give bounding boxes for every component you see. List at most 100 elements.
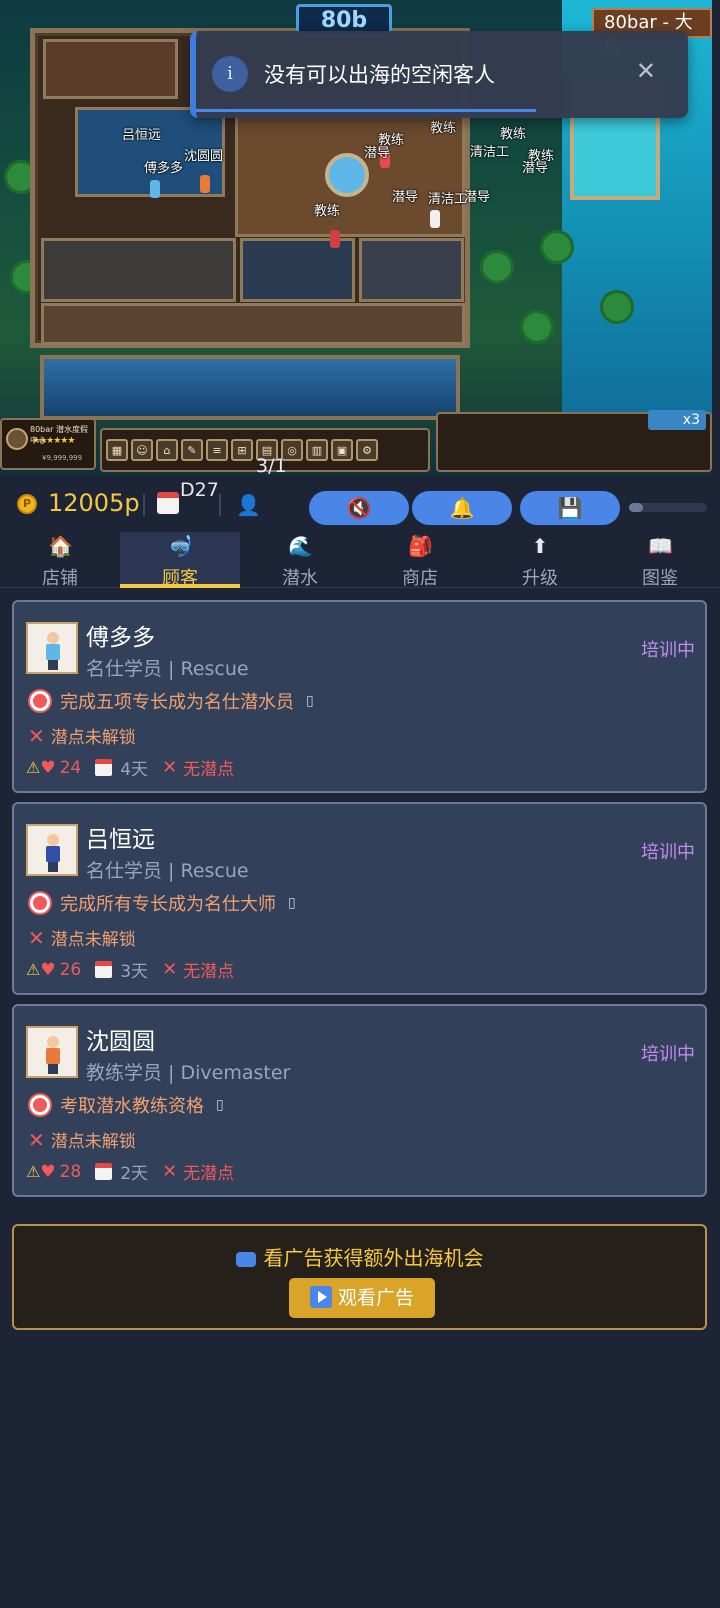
avatar-head: [47, 1036, 59, 1048]
tab-customers[interactable]: 🤿 顾客: [120, 532, 240, 589]
map-label: 教练: [314, 204, 341, 219]
map-label: 清洁工: [470, 145, 510, 160]
ad-title-text: 看广告获得额外出海机会: [263, 1246, 484, 1270]
calendar-icon: [95, 961, 113, 978]
palm-tree: [480, 250, 514, 284]
cross-icon: ✕: [162, 1161, 178, 1182]
chevron-icon: ▯: [216, 1097, 224, 1113]
save-button[interactable]: 💾: [520, 491, 620, 525]
bell-icon: 🔔: [449, 496, 475, 520]
avatar-legs: [48, 1064, 58, 1074]
build-icon[interactable]: ▦: [106, 439, 128, 461]
resort-info-panel[interactable]: 80bar 潜水度假中心 ★★★★★★ ¥9,999,999: [0, 418, 96, 470]
report-icon[interactable]: ▣: [331, 439, 353, 461]
settings-gear-icon[interactable]: ⚙: [356, 439, 378, 461]
bag-icon: 🎒: [408, 534, 433, 558]
npc-sprite[interactable]: [330, 230, 340, 248]
list-icon[interactable]: ≡: [206, 439, 228, 461]
goal-row[interactable]: 考取潜水教练资格 ▯: [30, 1092, 224, 1118]
aquarium-room[interactable]: [40, 355, 460, 420]
hearts-value: 26: [59, 959, 82, 980]
notification-button[interactable]: 🔔: [412, 491, 512, 525]
game-scene[interactable]: 吕恒远 傅多多 沈圆圆 教练 教练 教练 教练 清洁工 清洁工 潜导 潜导 潜导…: [0, 0, 712, 476]
customer-card[interactable]: 吕恒远 名仕学员 | Rescue 培训中 完成所有专长成为名仕大师 ▯ ✕ 潜…: [12, 802, 707, 995]
customer-card[interactable]: 傅多多 名仕学员 | Rescue 培训中 完成五项专长成为名仕潜水员 ▯ ✕ …: [12, 600, 707, 793]
toast-message: 没有可以出海的空闲客人: [264, 63, 495, 87]
avatar-head: [47, 632, 59, 644]
mute-button[interactable]: 🔇: [309, 491, 409, 525]
npc-sprite[interactable]: [150, 180, 160, 198]
mute-icon: 🔇: [346, 496, 372, 520]
tab-shop[interactable]: 🏠 店铺: [0, 532, 120, 589]
customer-name: 吕恒远: [86, 827, 155, 853]
tab-label: 图鉴: [642, 568, 678, 589]
meta-row: ⚠ ♥ 28 2天 ✕ 无潜点: [26, 1159, 234, 1184]
goal-text: 完成五项专长成为名仕潜水员: [60, 692, 294, 713]
days-value: 2天: [120, 1164, 149, 1184]
goal-row[interactable]: 完成所有专长成为名仕大师 ▯: [30, 890, 296, 916]
book-icon: 📖: [648, 534, 673, 558]
days-value: 3天: [120, 962, 149, 982]
avatar: [26, 622, 78, 674]
tv-icon: [235, 1252, 256, 1267]
room[interactable]: [41, 303, 465, 345]
staff-icon[interactable]: ☺: [131, 439, 153, 461]
toast-progress: [196, 109, 536, 112]
play-icon: [309, 1285, 332, 1308]
status-badge: 培训中: [641, 1044, 695, 1065]
lock-text: 潜点未解锁: [50, 1132, 136, 1152]
room[interactable]: [41, 238, 236, 302]
map-label: 教练: [430, 121, 457, 136]
meta-row: ⚠ ♥ 24 4天 ✕ 无潜点: [26, 755, 234, 780]
target-icon: [30, 893, 50, 913]
lock-row: ✕ 潜点未解锁: [28, 925, 136, 951]
room[interactable]: [359, 238, 464, 302]
avatar-body: [46, 1048, 60, 1064]
calendar-icon: [95, 759, 113, 776]
person-icon: 👤: [236, 493, 261, 517]
hearts-value: 24: [59, 757, 82, 778]
map-label: 沈圆圆: [184, 149, 224, 164]
bank-icon[interactable]: ▥: [306, 439, 328, 461]
tab-store[interactable]: 🎒 商店: [360, 532, 480, 589]
heart-icon: ♥: [40, 757, 56, 778]
hearts-value: 28: [59, 1161, 82, 1182]
status-bar: P 12005p D27 👤 3/1 🔇 🔔 💾: [0, 455, 720, 532]
save-icon: 💾: [557, 496, 583, 520]
ad-panel: 看广告获得额外出海机会 观看广告: [12, 1224, 707, 1330]
map-label: 吕恒远: [122, 128, 162, 143]
warning-icon: ⚠: [26, 1162, 41, 1181]
room[interactable]: [43, 39, 178, 99]
npc-sprite[interactable]: [430, 210, 440, 228]
speed-button[interactable]: x3: [648, 410, 706, 430]
watch-ad-button[interactable]: 观看广告: [289, 1278, 435, 1318]
compass-logo-icon: [6, 428, 28, 450]
chevron-icon: ▯: [288, 895, 296, 911]
heart-icon: ♥: [40, 959, 56, 980]
status-badge: 培训中: [641, 640, 695, 661]
tab-label: 商店: [402, 568, 438, 589]
map-label: 清洁工: [428, 192, 468, 207]
tab-collection[interactable]: 📖 图鉴: [600, 532, 720, 589]
guest-counter: 3/1: [256, 452, 287, 480]
tab-upgrade[interactable]: ⬆ 升级: [480, 532, 600, 589]
lock-text: 潜点未解锁: [50, 930, 136, 950]
lock-row: ✕ 潜点未解锁: [28, 1127, 136, 1153]
cross-icon: ✕: [162, 757, 178, 778]
fountain: [325, 153, 369, 197]
coin-icon: P: [17, 494, 37, 514]
goal-row[interactable]: 完成五项专长成为名仕潜水员 ▯: [30, 688, 314, 714]
tool-icon[interactable]: ✎: [181, 439, 203, 461]
cart-icon[interactable]: ⊞: [231, 439, 253, 461]
house-icon: 🏠: [48, 534, 73, 558]
cross-icon: ✕: [28, 1127, 45, 1152]
avatar-legs: [48, 660, 58, 670]
tab-diving[interactable]: 🌊 潜水: [240, 532, 360, 589]
days-value: 4天: [120, 760, 149, 780]
room-icon[interactable]: ⌂: [156, 439, 178, 461]
customer-card[interactable]: 沈圆圆 教练学员 | Divemaster 培训中 考取潜水教练资格 ▯ ✕ 潜…: [12, 1004, 707, 1197]
avatar-head: [47, 834, 59, 846]
npc-sprite[interactable]: [200, 175, 210, 193]
close-icon[interactable]: ✕: [636, 57, 656, 85]
warning-icon: ⚠: [26, 960, 41, 979]
